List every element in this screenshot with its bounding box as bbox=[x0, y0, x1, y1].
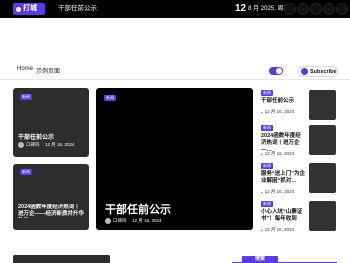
meta-separator: · bbox=[41, 142, 44, 148]
category-badge[interactable]: 新闻 bbox=[20, 94, 32, 100]
top-bar: 打城 干部任前公示 12 8 月 2025, 周二 bbox=[0, 0, 350, 18]
author-name[interactable]: 口碑吗 bbox=[113, 218, 127, 224]
site-logo[interactable]: 打城 bbox=[13, 3, 45, 15]
list-item-meta: • 12 月 16, 2024 bbox=[261, 151, 294, 157]
list-item-meta: • 12 月 16, 2024 bbox=[261, 227, 294, 233]
category-badge[interactable]: 新闻 bbox=[20, 169, 32, 175]
subscribe-icon bbox=[301, 68, 308, 75]
thumbnail[interactable] bbox=[309, 163, 336, 193]
bottom-card[interactable] bbox=[13, 255, 110, 263]
news-ticker[interactable]: 干部任前公示 bbox=[58, 4, 97, 14]
social-links bbox=[284, 3, 348, 15]
bullet-icon: • bbox=[261, 109, 263, 115]
post-date: 12 月 16, 2024 bbox=[264, 151, 295, 156]
list-item[interactable]: 新闻 服务“送上门”为企业解困“抓对… • 12 月 16, 2024 bbox=[258, 163, 338, 205]
card-meta: 口碑吗 · 12 月 16, 2024 bbox=[105, 218, 162, 224]
news-card[interactable]: 新闻 2024函数年度经济热词丨进万企——经济新质并升华航的… bbox=[13, 164, 89, 230]
list-item-meta: • 12 月 16, 2024 bbox=[261, 189, 294, 195]
subscribe-button[interactable]: Subscribe bbox=[298, 66, 338, 77]
social-icon-4[interactable] bbox=[323, 3, 335, 15]
list-item-title[interactable]: 服务“送上门”为企业解困“抓对… bbox=[261, 171, 306, 185]
list-item-meta: • 12 月 16, 2024 bbox=[261, 109, 294, 115]
nav-home[interactable]: Home bbox=[17, 66, 33, 72]
news-card[interactable]: 新闻 干部任前公示 口碑吗 · 12 月 16, 2024 bbox=[13, 88, 89, 157]
list-item-title[interactable]: 小心入坑“山寨证书”！每年收到 bbox=[261, 209, 306, 223]
category-badge[interactable]: 新闻 bbox=[261, 125, 273, 131]
social-icon-1[interactable] bbox=[284, 3, 296, 15]
main-nav: Home 示例页面 Subscribe bbox=[0, 62, 350, 80]
list-item[interactable]: 新闻 2024函数年度经济热词丨进万企—… • 12 月 16, 2024 bbox=[258, 125, 338, 167]
bullet-icon: • bbox=[261, 227, 263, 233]
logo-text: 打城 bbox=[23, 5, 37, 12]
author-name[interactable]: 口碑吗 bbox=[26, 142, 40, 148]
featured-card[interactable]: 新闻 干部任前公示 口碑吗 · 12 月 16, 2024 bbox=[96, 88, 253, 230]
bullet-icon: • bbox=[261, 151, 263, 157]
post-date: 12 月 16, 2024 bbox=[132, 218, 162, 223]
thumbnail[interactable] bbox=[309, 201, 336, 231]
meta-separator: · bbox=[128, 218, 131, 224]
author-avatar bbox=[105, 218, 111, 224]
category-badge[interactable]: 新闻 bbox=[104, 95, 116, 101]
author-avatar bbox=[18, 142, 24, 148]
social-icon-2[interactable] bbox=[297, 3, 309, 15]
date-day: 12 bbox=[235, 3, 247, 14]
post-date: 12 月 16, 2024 bbox=[264, 189, 295, 194]
card-title[interactable]: 干部任前公示 bbox=[18, 132, 54, 141]
category-badge[interactable]: 新闻 bbox=[261, 90, 273, 96]
social-icon-3[interactable] bbox=[310, 3, 322, 15]
post-date: 12 月 16, 2024 bbox=[45, 142, 75, 147]
post-date: 12 月 16, 2024 bbox=[264, 109, 295, 114]
logo-mark-icon bbox=[16, 6, 21, 12]
post-date: 12 月 16, 2024 bbox=[264, 227, 295, 232]
nav-sample-page[interactable]: 示例页面 bbox=[36, 66, 60, 75]
category-badge[interactable]: 新闻 bbox=[261, 163, 273, 169]
dark-mode-toggle[interactable] bbox=[269, 67, 283, 75]
bullet-icon: • bbox=[261, 189, 263, 195]
date-display: 12 8 月 2025, 周二 bbox=[235, 3, 289, 15]
thumbnail[interactable] bbox=[309, 90, 336, 120]
thumbnail[interactable] bbox=[309, 125, 336, 155]
list-item-title[interactable]: 干部任前公示 bbox=[261, 98, 306, 105]
card-title[interactable]: 2024函数年度经济热词丨进万企——经济新质并升华航的… bbox=[18, 204, 84, 218]
card-meta: 口碑吗 · 12 月 16, 2024 bbox=[18, 142, 75, 148]
category-badge[interactable]: 新闻 bbox=[261, 201, 273, 207]
list-item[interactable]: 新闻 小心入坑“山寨证书”！每年收到 • 12 月 16, 2024 bbox=[258, 201, 338, 243]
social-icon-5[interactable] bbox=[336, 3, 348, 15]
featured-title[interactable]: 干部任前公示 bbox=[105, 201, 171, 217]
subscribe-label: Subscribe bbox=[310, 68, 337, 75]
